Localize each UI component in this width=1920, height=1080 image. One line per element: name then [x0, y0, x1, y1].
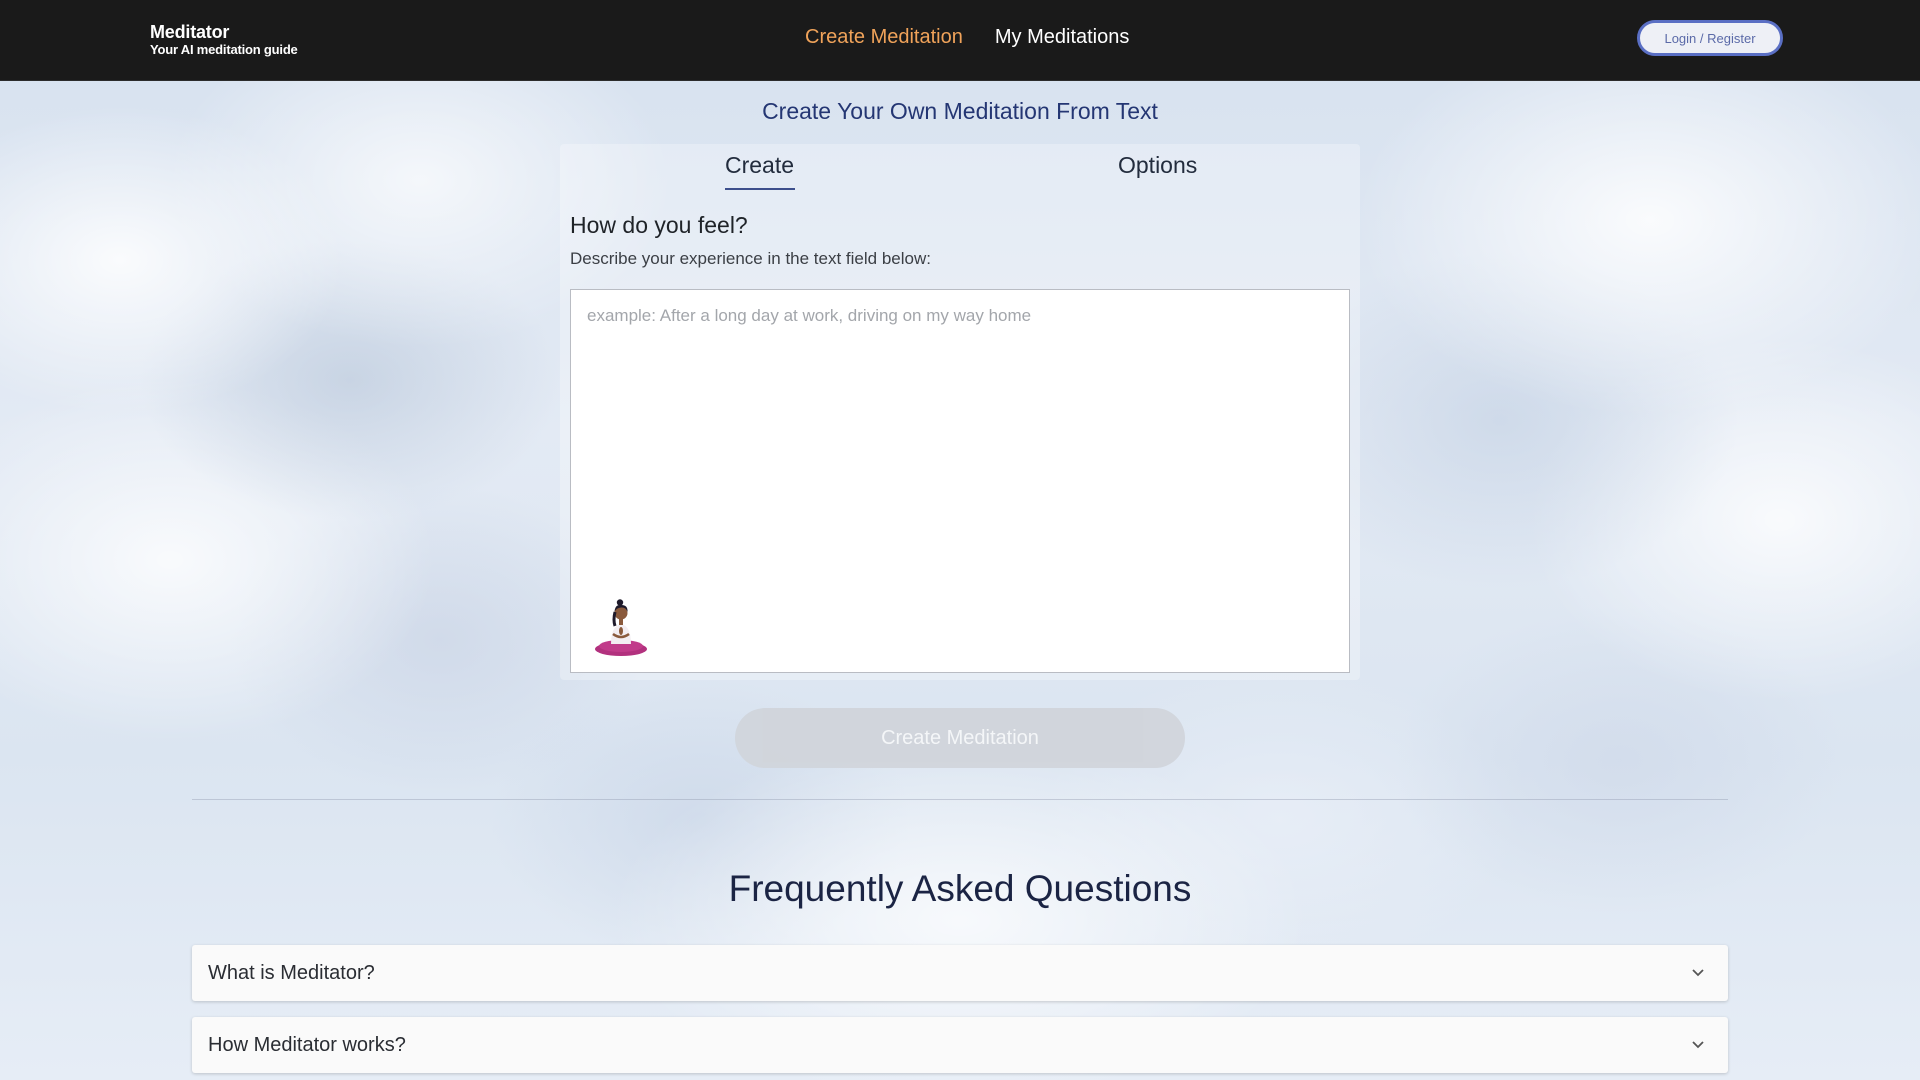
- main-nav: Create Meditation My Meditations: [805, 26, 1129, 49]
- brand-name: Meditator: [150, 22, 230, 42]
- login-register-button[interactable]: Login / Register: [1637, 20, 1783, 56]
- tab-options[interactable]: Options: [1118, 152, 1197, 179]
- meditating-person-icon: [595, 599, 647, 656]
- faq-item-how-meditator-works[interactable]: How Meditator works?: [192, 1017, 1728, 1073]
- faq-question: What is Meditator?: [208, 962, 375, 984]
- experience-textarea-container: [570, 289, 1350, 673]
- chevron-down-icon: [1692, 1041, 1704, 1049]
- tab-create[interactable]: Create: [725, 152, 794, 179]
- chevron-down-icon: [1692, 969, 1704, 977]
- nav-create-meditation[interactable]: Create Meditation: [805, 26, 963, 49]
- active-tab-indicator: [725, 188, 795, 190]
- page-title: Create Your Own Meditation From Text: [762, 98, 1158, 124]
- brand-tagline: Your AI meditation guide: [150, 41, 298, 57]
- experience-textarea[interactable]: [571, 290, 1349, 672]
- brand[interactable]: Meditator Your AI meditation guide: [150, 22, 298, 58]
- faq-title: Frequently Asked Questions: [728, 868, 1192, 909]
- top-navigation-bar: Meditator Your AI meditation guide Creat…: [0, 0, 1920, 81]
- prompt-subtitle: Describe your experience in the text fie…: [570, 249, 931, 268]
- faq-question: How Meditator works?: [208, 1034, 406, 1056]
- nav-my-meditations[interactable]: My Meditations: [995, 26, 1130, 49]
- prompt-title: How do you feel?: [570, 212, 748, 238]
- section-divider: [192, 799, 1728, 800]
- faq-item-what-is-meditator[interactable]: What is Meditator?: [192, 945, 1728, 1001]
- create-meditation-button[interactable]: Create Meditation: [735, 708, 1185, 768]
